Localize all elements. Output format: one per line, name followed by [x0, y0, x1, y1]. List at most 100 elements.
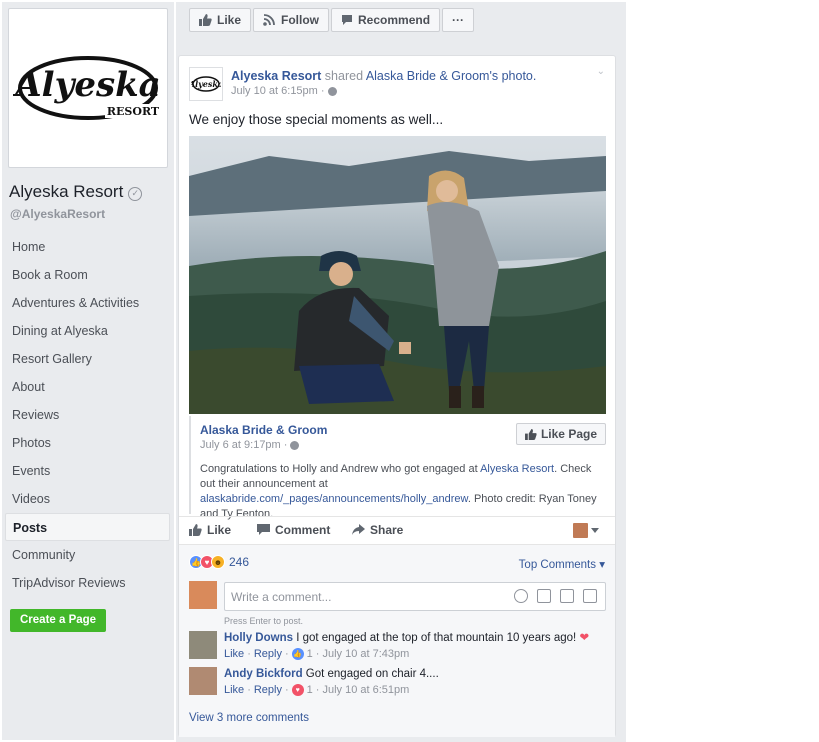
- post-like-label: Like: [207, 523, 232, 537]
- post-share-button[interactable]: Share: [352, 523, 403, 537]
- nav-item-adventures[interactable]: Adventures & Activities: [5, 289, 170, 317]
- post-comment-label: Comment: [275, 523, 331, 537]
- shared-post-text: Congratulations to Holly and Andrew who …: [200, 462, 600, 522]
- nav-item-events[interactable]: Events: [5, 457, 170, 485]
- comment-body: Andy Bickford Got engaged on chair 4....: [224, 667, 439, 682]
- heart-emoji-icon: ❤: [579, 632, 590, 644]
- alyeska-logo-small: Alyeska: [191, 76, 221, 92]
- recommend-label: Recommend: [358, 13, 431, 27]
- shared-text-part: Congratulations to Holly and Andrew who …: [200, 463, 481, 475]
- more-options-button[interactable]: ···: [442, 8, 475, 32]
- like-page-action-button[interactable]: Like: [189, 8, 252, 32]
- love-reaction-icon: ♥: [291, 684, 304, 696]
- shared-post-attachment: Alaska Bride & Groom July 6 at 9:17pm · …: [189, 416, 606, 520]
- comment-tools: [514, 589, 597, 603]
- comment-reaction-count[interactable]: 1: [307, 684, 313, 696]
- like-page-button[interactable]: Like Page: [515, 423, 606, 445]
- engagement-photo: [189, 136, 606, 414]
- alyeska-logo: Alyeska RESORT: [13, 56, 161, 120]
- post-author-avatar[interactable]: Alyeska: [189, 67, 223, 101]
- nav-item-posts[interactable]: Posts: [5, 513, 170, 541]
- haha-reaction-icon: ☻: [211, 555, 225, 569]
- shared-time[interactable]: July 6 at 9:17pm ·: [200, 439, 287, 451]
- comment-time[interactable]: July 10 at 7:43pm: [322, 648, 409, 660]
- post-header: Alyeska Resort shared Alaska Bride & Gro…: [231, 68, 536, 84]
- reaction-summary[interactable]: 👍 ♥ ☻ 246: [189, 555, 249, 569]
- post-author-link[interactable]: Alyeska Resort: [231, 69, 321, 83]
- comment-actions: Like · Reply · 👍 1 · July 10 at 7:43pm: [224, 648, 410, 660]
- comment-body: Holly Downs I got engaged at the top of …: [224, 631, 589, 646]
- nav-item-videos[interactable]: Videos: [5, 485, 170, 513]
- caret-down-icon: [591, 528, 599, 533]
- current-user-avatar: [189, 581, 217, 609]
- nav-item-photos[interactable]: Photos: [5, 429, 170, 457]
- nav-item-book-a-room[interactable]: Book a Room: [5, 261, 170, 289]
- comment-like-link[interactable]: Like: [224, 684, 244, 696]
- reaction-count[interactable]: 246: [229, 555, 249, 569]
- post-as-selector[interactable]: [573, 523, 599, 538]
- commenter-avatar[interactable]: [189, 667, 217, 695]
- post-comment-button[interactable]: Comment: [257, 523, 330, 537]
- logo-subtext: RESORT: [107, 105, 160, 118]
- nav-item-about[interactable]: About: [5, 373, 170, 401]
- comment-author[interactable]: Holly Downs: [224, 632, 293, 644]
- view-more-comments-link[interactable]: View 3 more comments: [189, 712, 309, 724]
- comment-bubble-icon: [257, 524, 270, 535]
- page-name-text[interactable]: Alyeska Resort: [9, 182, 123, 202]
- post-time[interactable]: July 10 at 6:15pm ·: [231, 85, 325, 97]
- comment-reply-link[interactable]: Reply: [254, 684, 282, 696]
- svg-text:Alyeska: Alyeska: [191, 79, 221, 89]
- top-comments-dropdown[interactable]: Top Comments ▾: [519, 557, 605, 571]
- feed-post: Alyeska Alyeska Resort shared Alaska Bri…: [178, 55, 616, 737]
- announcement-link[interactable]: alaskabride.com/_pages/announcements/hol…: [200, 493, 468, 505]
- nav-item-gallery[interactable]: Resort Gallery: [5, 345, 170, 373]
- post-photo[interactable]: [189, 136, 606, 414]
- rss-follow-icon: [263, 14, 275, 26]
- commenter-avatar[interactable]: [189, 631, 217, 659]
- comment-time[interactable]: July 10 at 6:51pm: [322, 684, 409, 696]
- post-share-label: Share: [370, 523, 404, 537]
- viewer-avatar: [573, 523, 588, 538]
- caret-down-icon: ▾: [599, 559, 605, 571]
- press-enter-hint: Press Enter to post.: [224, 616, 304, 626]
- page-handle[interactable]: @AlyeskaResort: [10, 207, 105, 221]
- page-profile-picture[interactable]: Alyeska RESORT: [8, 8, 168, 168]
- nav-item-dining[interactable]: Dining at Alyeska: [5, 317, 170, 345]
- nav-item-reviews[interactable]: Reviews: [5, 401, 170, 429]
- shared-source-link[interactable]: Alaska Bride & Groom: [366, 69, 490, 83]
- sticker-icon[interactable]: [583, 589, 597, 603]
- like-action-label: Like: [217, 13, 242, 27]
- follow-button[interactable]: Follow: [253, 8, 330, 32]
- comment-reaction-count[interactable]: 1: [307, 648, 313, 660]
- shared-suffix[interactable]: 's photo.: [489, 69, 536, 83]
- page-nav: Home Book a Room Adventures & Activities…: [5, 233, 170, 597]
- thumbs-up-icon: [189, 524, 202, 536]
- camera-icon[interactable]: [537, 589, 551, 603]
- alyeska-resort-link[interactable]: Alyeska Resort: [480, 463, 554, 475]
- post-text: We enjoy those special moments as well..…: [189, 112, 444, 127]
- create-page-button[interactable]: Create a Page: [10, 609, 107, 632]
- thumbs-up-icon: [525, 428, 537, 440]
- shared-word: shared: [321, 69, 366, 83]
- like-reaction-icon: 👍: [291, 648, 304, 660]
- nav-item-community[interactable]: Community: [5, 541, 170, 569]
- post-like-button[interactable]: Like: [189, 523, 231, 537]
- comment-author[interactable]: Andy Bickford: [224, 668, 303, 680]
- comment-actions: Like · Reply · ♥ 1 · July 10 at 6:51pm: [224, 684, 410, 696]
- comment-reply-link[interactable]: Reply: [254, 648, 282, 660]
- comment-like-link[interactable]: Like: [224, 648, 244, 660]
- post-options-chevron-icon[interactable]: ⌄: [597, 66, 605, 77]
- shared-page-name[interactable]: Alaska Bride & Groom: [200, 423, 327, 437]
- thumbs-up-icon: [199, 14, 212, 26]
- gif-icon[interactable]: [560, 589, 574, 603]
- post-timestamp: July 10 at 6:15pm ·: [231, 85, 337, 97]
- like-page-label: Like Page: [540, 427, 597, 441]
- share-arrow-icon: [352, 524, 365, 535]
- page-title[interactable]: Alyeska Resort ✓: [9, 182, 143, 202]
- post-actions-bar: Like Comment Share: [179, 516, 615, 544]
- verified-check-icon: ✓: [128, 186, 143, 201]
- emoji-icon[interactable]: [514, 589, 528, 603]
- nav-item-home[interactable]: Home: [5, 233, 170, 261]
- nav-item-tripadvisor[interactable]: TripAdvisor Reviews: [5, 569, 170, 597]
- recommend-button[interactable]: Recommend: [331, 8, 441, 32]
